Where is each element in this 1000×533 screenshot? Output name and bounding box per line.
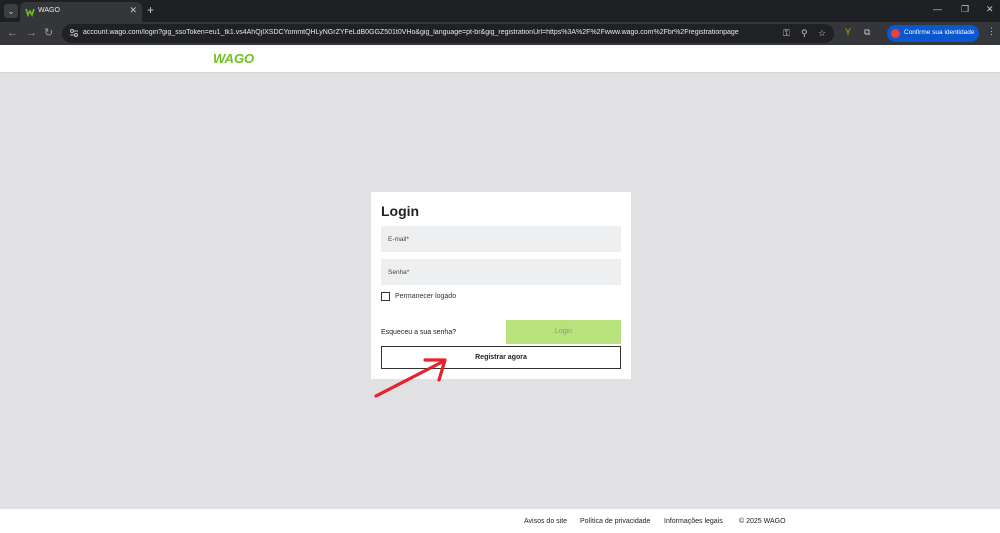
extensions-puzzle-icon[interactable]: ⧉ xyxy=(864,27,870,38)
footer-copyright: © 2025 WAGO xyxy=(739,518,786,525)
wago-favicon-icon xyxy=(25,8,35,17)
login-title: Login xyxy=(381,203,420,219)
reload-icon[interactable]: ↻ xyxy=(44,26,53,40)
remember-me-label[interactable]: Permanecer logado xyxy=(395,293,456,300)
zoom-icon[interactable]: ⚲ xyxy=(801,28,808,39)
password-key-icon[interactable]: ⚿ xyxy=(783,28,790,39)
address-bar[interactable]: account.wago.com/login?gig_ssoToken=eu1_… xyxy=(62,24,834,43)
login-card: Login E-mail* Senha* Permanecer logado E… xyxy=(371,192,631,379)
forgot-password-link[interactable]: Esqueceu a sua senha? xyxy=(381,329,456,336)
login-button[interactable]: Login xyxy=(506,320,621,344)
identity-label: Confirme sua identidade xyxy=(904,29,975,36)
wago-logo[interactable]: WAGO xyxy=(213,51,267,65)
remember-me-checkbox[interactable] xyxy=(381,292,390,301)
site-footer: Avisos do site Política de privacidade I… xyxy=(0,509,1000,533)
profile-avatar-icon xyxy=(891,29,900,38)
register-now-button[interactable]: Registrar agora xyxy=(381,346,621,369)
browser-menu-icon[interactable]: ⋮ xyxy=(987,26,996,37)
browser-toolbar: ← → ↻ account.wago.com/login?gig_ssoToke… xyxy=(0,22,1000,45)
password-field[interactable]: Senha* xyxy=(381,259,621,285)
confirm-identity-button[interactable]: Confirme sua identidade xyxy=(887,25,979,42)
footer-link-privacy-policy[interactable]: Política de privacidade xyxy=(580,518,650,525)
tab-title: WAGO xyxy=(38,7,60,14)
footer-link-legal-info[interactable]: Informações legais xyxy=(664,518,723,525)
browser-tab[interactable]: WAGO ✕ xyxy=(20,2,142,22)
browser-tab-bar: ⌄ WAGO ✕ + — ❐ ✕ xyxy=(0,0,1000,22)
bookmark-star-icon[interactable]: ☆ xyxy=(818,28,826,39)
restore-icon[interactable]: ❐ xyxy=(961,4,969,15)
tab-search-icon[interactable]: ⌄ xyxy=(4,4,18,18)
password-placeholder: Senha* xyxy=(388,269,410,276)
site-header: WAGO xyxy=(0,45,1000,73)
email-placeholder: E-mail* xyxy=(388,236,409,243)
logo-text: WAGO xyxy=(213,51,254,65)
tab-close-icon[interactable]: ✕ xyxy=(129,5,137,16)
extension-icon[interactable]: Y xyxy=(845,27,851,37)
site-info-icon[interactable] xyxy=(69,28,79,38)
back-icon[interactable]: ← xyxy=(7,26,18,40)
minimize-icon[interactable]: — xyxy=(933,4,942,14)
footer-link-site-notices[interactable]: Avisos do site xyxy=(524,518,567,525)
url-text: account.wago.com/login?gig_ssoToken=eu1_… xyxy=(83,29,739,36)
email-field[interactable]: E-mail* xyxy=(381,226,621,252)
new-tab-icon[interactable]: + xyxy=(147,3,154,17)
forward-icon[interactable]: → xyxy=(26,26,37,40)
window-close-icon[interactable]: ✕ xyxy=(986,4,994,15)
